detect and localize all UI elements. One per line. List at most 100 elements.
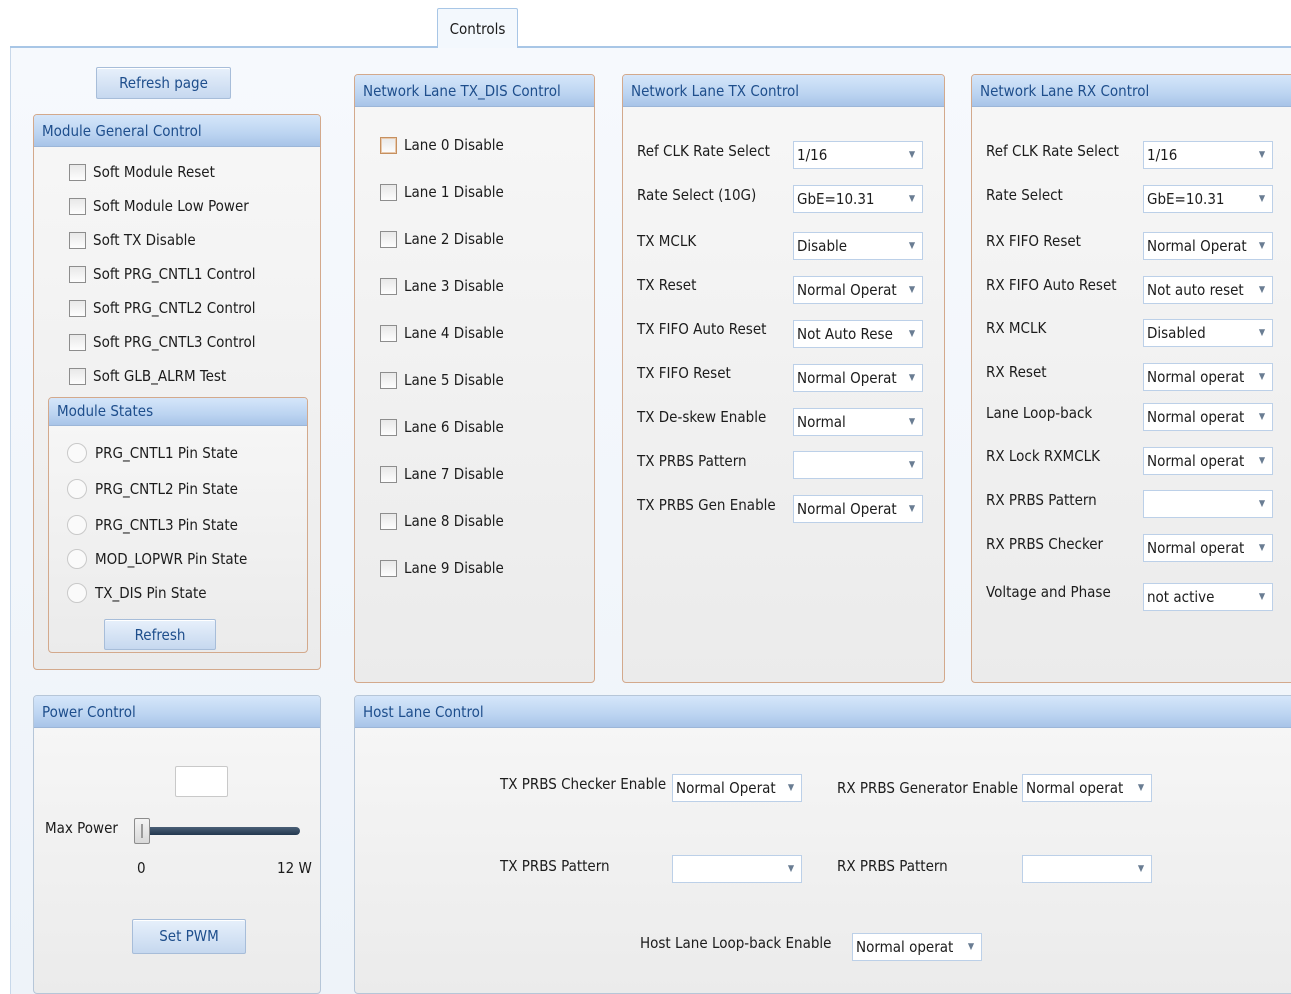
host-tx-prbs-pattern-select[interactable]: ▼: [672, 855, 802, 883]
chevron-down-icon[interactable]: ▼: [781, 856, 801, 882]
soft-glb-alrm-test-checkbox[interactable]: Soft GLB_ALRM Test: [69, 365, 226, 387]
rx-reset-select[interactable]: Normal operat ▼: [1143, 363, 1273, 391]
lane-5-disable-checkbox[interactable]: Lane 5 Disable: [380, 369, 504, 391]
lane-4-disable-checkbox[interactable]: Lane 4 Disable: [380, 322, 504, 344]
host-rx-prbs-generator-select[interactable]: Normal operat ▼: [1022, 774, 1152, 802]
rx-rate-select[interactable]: GbE=10.31 ▼: [1143, 185, 1273, 213]
prg-cntl1-pin-state: PRG_CNTL1 Pin State: [67, 441, 238, 465]
soft-prg-cntl2-checkbox[interactable]: Soft PRG_CNTL2 Control: [69, 297, 255, 319]
host-tx-prbs-pattern-label: TX PRBS Pattern: [500, 857, 610, 875]
chevron-down-icon[interactable]: ▼: [902, 233, 922, 259]
radio-indicator: [67, 549, 87, 569]
chevron-down-icon[interactable]: ▼: [1252, 584, 1272, 610]
host-tx-prbs-checker-select[interactable]: Normal Operat ▼: [672, 774, 802, 802]
lane-3-disable-checkbox[interactable]: Lane 3 Disable: [380, 275, 504, 297]
checkbox-label: Soft GLB_ALRM Test: [93, 367, 227, 385]
chevron-down-icon[interactable]: ▼: [781, 775, 801, 801]
chevron-down-icon[interactable]: ▼: [1252, 491, 1272, 517]
chevron-down-icon[interactable]: ▼: [1252, 535, 1272, 561]
rx-prbs-checker-select[interactable]: Normal operat ▼: [1143, 534, 1273, 562]
lane-0-disable-checkbox[interactable]: Lane 0 Disable: [380, 134, 504, 156]
chevron-down-icon[interactable]: ▼: [902, 142, 922, 168]
max-power-slider-track[interactable]: [134, 827, 300, 835]
chevron-down-icon[interactable]: ▼: [1252, 320, 1272, 346]
tx-ref-clk-rate-select[interactable]: 1/16 ▼: [793, 141, 923, 169]
tx-fifo-reset-select[interactable]: Normal Operat ▼: [793, 364, 923, 392]
rx-lock-rxmclk-select[interactable]: Normal operat ▼: [1143, 447, 1273, 475]
chevron-down-icon[interactable]: ▼: [1252, 404, 1272, 430]
chevron-down-icon[interactable]: ▼: [1252, 277, 1272, 303]
tx-fifo-auto-reset-select[interactable]: Not Auto Rese ▼: [793, 320, 923, 348]
soft-prg-cntl1-checkbox[interactable]: Soft PRG_CNTL1 Control: [69, 263, 255, 285]
radio-indicator: [67, 515, 87, 535]
checkbox-box[interactable]: [380, 418, 397, 436]
soft-module-low-power-checkbox[interactable]: Soft Module Low Power: [69, 195, 249, 217]
rx-fifo-reset-select[interactable]: Normal Operat ▼: [1143, 232, 1273, 260]
lane-7-disable-checkbox[interactable]: Lane 7 Disable: [380, 463, 504, 485]
chevron-down-icon[interactable]: ▼: [902, 496, 922, 522]
host-loopback-select[interactable]: Normal operat ▼: [852, 933, 982, 961]
chevron-down-icon[interactable]: ▼: [1252, 142, 1272, 168]
refresh-page-button[interactable]: Refresh page: [96, 67, 231, 99]
chevron-down-icon[interactable]: ▼: [1131, 856, 1151, 882]
checkbox-box[interactable]: [69, 265, 86, 283]
checkbox-box[interactable]: [380, 183, 397, 201]
chevron-down-icon[interactable]: ▼: [902, 452, 922, 478]
checkbox-box[interactable]: [69, 163, 86, 181]
chevron-down-icon[interactable]: ▼: [1252, 364, 1272, 390]
rx-mclk-select[interactable]: Disabled ▼: [1143, 319, 1273, 347]
checkbox-box[interactable]: [69, 299, 86, 317]
chevron-down-icon[interactable]: ▼: [1252, 233, 1272, 259]
checkbox-box[interactable]: [380, 230, 397, 248]
checkbox-box[interactable]: [69, 197, 86, 215]
voltage-phase-select[interactable]: not active ▼: [1143, 583, 1273, 611]
chevron-down-icon[interactable]: ▼: [961, 934, 981, 960]
chevron-down-icon[interactable]: ▼: [1252, 448, 1272, 474]
chevron-down-icon[interactable]: ▼: [902, 277, 922, 303]
rx-ref-clk-rate-select[interactable]: 1/16 ▼: [1143, 141, 1273, 169]
max-power-slider-thumb[interactable]: [134, 818, 150, 844]
slider-min-label: 0: [137, 859, 146, 877]
chevron-down-icon[interactable]: ▼: [1252, 186, 1272, 212]
soft-module-reset-checkbox[interactable]: Soft Module Reset: [69, 161, 215, 183]
lane-2-disable-checkbox[interactable]: Lane 2 Disable: [380, 228, 504, 250]
mod-lopwr-pin-state: MOD_LOPWR Pin State: [67, 547, 247, 571]
chevron-down-icon[interactable]: ▼: [902, 321, 922, 347]
tab-controls[interactable]: Controls: [437, 8, 518, 48]
checkbox-box[interactable]: [380, 277, 397, 295]
chevron-down-icon[interactable]: ▼: [902, 186, 922, 212]
max-power-label: Max Power: [45, 819, 118, 837]
checkbox-box[interactable]: [69, 231, 86, 249]
chevron-down-icon[interactable]: ▼: [902, 365, 922, 391]
lane-6-disable-checkbox[interactable]: Lane 6 Disable: [380, 416, 504, 438]
checkbox-box[interactable]: [380, 324, 397, 342]
module-states-panel: Module States PRG_CNTL1 Pin State PRG_CN…: [48, 397, 308, 653]
checkbox-box[interactable]: [380, 512, 397, 530]
lane-8-disable-checkbox[interactable]: Lane 8 Disable: [380, 510, 504, 532]
tx-mclk-label: TX MCLK: [637, 232, 697, 250]
checkbox-box[interactable]: [380, 465, 397, 483]
checkbox-box[interactable]: [380, 136, 397, 154]
refresh-states-button[interactable]: Refresh: [104, 619, 216, 650]
chevron-down-icon[interactable]: ▼: [902, 409, 922, 435]
tx-rate-select[interactable]: GbE=10.31 ▼: [793, 185, 923, 213]
tx-deskew-select[interactable]: Normal ▼: [793, 408, 923, 436]
lane-1-disable-checkbox[interactable]: Lane 1 Disable: [380, 181, 504, 203]
tx-prbs-gen-select[interactable]: Normal Operat ▼: [793, 495, 923, 523]
rx-fifo-auto-reset-select[interactable]: Not auto reset ▼: [1143, 276, 1273, 304]
rx-prbs-pattern-select[interactable]: ▼: [1143, 490, 1273, 518]
lane-loopback-select[interactable]: Normal operat ▼: [1143, 403, 1273, 431]
tx-prbs-pattern-select[interactable]: ▼: [793, 451, 923, 479]
host-rx-prbs-pattern-select[interactable]: ▼: [1022, 855, 1152, 883]
soft-tx-disable-checkbox[interactable]: Soft TX Disable: [69, 229, 196, 251]
set-pwm-button[interactable]: Set PWM: [132, 919, 246, 954]
checkbox-box[interactable]: [69, 367, 86, 385]
soft-prg-cntl3-checkbox[interactable]: Soft PRG_CNTL3 Control: [69, 331, 255, 353]
tx-reset-select[interactable]: Normal Operat ▼: [793, 276, 923, 304]
checkbox-box[interactable]: [69, 333, 86, 351]
checkbox-box[interactable]: [380, 371, 397, 389]
checkbox-box[interactable]: [380, 559, 397, 577]
chevron-down-icon[interactable]: ▼: [1131, 775, 1151, 801]
lane-9-disable-checkbox[interactable]: Lane 9 Disable: [380, 557, 504, 579]
tx-mclk-select[interactable]: Disable ▼: [793, 232, 923, 260]
